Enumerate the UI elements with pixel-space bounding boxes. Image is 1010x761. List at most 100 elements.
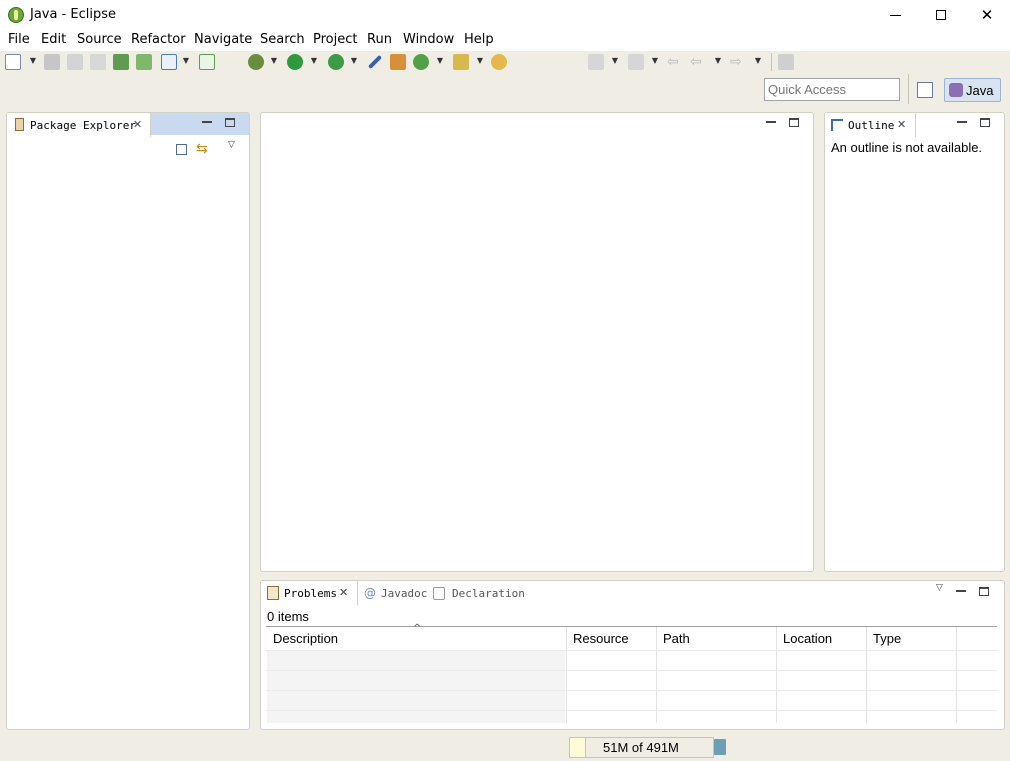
editor-maximize-icon[interactable] — [789, 118, 799, 127]
previous-annotation-icon[interactable] — [628, 54, 644, 70]
external-tools-dropdown-icon[interactable]: ▼ — [349, 55, 359, 67]
table-row — [266, 670, 997, 671]
open-perspective-icon[interactable] — [917, 82, 933, 98]
column-type[interactable]: Type — [873, 631, 901, 646]
table-row — [266, 710, 997, 711]
menu-help[interactable]: Help — [464, 32, 494, 47]
package-explorer-panel — [6, 112, 250, 730]
close-button[interactable]: ✕ — [964, 0, 1010, 30]
heap-status[interactable]: 51M of 491M — [569, 737, 714, 758]
open-task-icon[interactable] — [453, 54, 469, 70]
last-edit-location-icon[interactable]: ⇦ — [667, 54, 683, 70]
menu-window[interactable]: Window — [403, 32, 454, 47]
table-row — [266, 690, 997, 691]
tab-package-explorer[interactable]: Package Explorer ✕ — [7, 113, 151, 137]
column-resource[interactable]: Resource — [573, 631, 629, 646]
menu-navigate[interactable]: Navigate — [194, 32, 252, 47]
quick-access-input[interactable] — [764, 78, 900, 101]
column-separator — [566, 627, 567, 723]
tab-declaration[interactable]: Declaration — [432, 586, 527, 604]
problems-minimize-icon[interactable] — [956, 590, 966, 592]
editor-area[interactable] — [260, 112, 814, 572]
menu-file[interactable]: File — [8, 32, 30, 47]
tab-javadoc[interactable]: @ Javadoc — [362, 586, 432, 604]
new-android-project-icon[interactable] — [199, 54, 215, 70]
forward-dropdown-icon[interactable]: ▼ — [753, 55, 763, 67]
menu-refactor[interactable]: Refactor — [131, 32, 186, 47]
problems-view-menu-icon[interactable]: ▽ — [936, 583, 943, 593]
outline-maximize-icon[interactable] — [980, 118, 990, 127]
debug-icon[interactable] — [248, 54, 264, 70]
package-explorer-tab-label: Package Explorer — [30, 119, 136, 132]
outline-message: An outline is not available. — [831, 140, 983, 155]
minimize-button[interactable] — [872, 0, 918, 30]
column-path[interactable]: Path — [663, 631, 690, 646]
column-description[interactable]: Description — [273, 631, 338, 646]
next-annotation-icon[interactable] — [588, 54, 604, 70]
menu-project[interactable]: Project — [313, 32, 357, 47]
perspective-separator — [908, 74, 909, 104]
javadoc-icon: @ — [364, 586, 376, 600]
close-problems-tab-icon[interactable]: ✕ — [339, 586, 348, 599]
next-annotation-dropdown-icon[interactable]: ▼ — [610, 55, 620, 67]
menu-source[interactable]: Source — [77, 32, 122, 47]
maximize-icon — [936, 10, 946, 20]
print-icon[interactable] — [90, 54, 106, 70]
view-menu-icon[interactable]: ▽ — [228, 140, 235, 150]
heap-memory-label: 51M of 491M — [603, 740, 679, 755]
debug-dropdown-icon[interactable]: ▼ — [269, 55, 279, 67]
android-avd-icon[interactable] — [136, 54, 152, 70]
column-separator — [956, 627, 957, 723]
save-all-icon[interactable] — [67, 54, 83, 70]
collapse-all-icon[interactable] — [176, 144, 187, 155]
pin-editor-icon[interactable] — [778, 54, 794, 70]
new-class-dropdown-icon[interactable]: ▼ — [435, 55, 445, 67]
back-dropdown-icon[interactable]: ▼ — [713, 55, 723, 67]
tab-problems[interactable]: Problems ✕ — [261, 581, 358, 605]
package-explorer-icon — [15, 118, 24, 131]
maximize-panel-icon[interactable] — [225, 118, 235, 127]
menu-edit[interactable]: Edit — [41, 32, 66, 47]
run-icon[interactable] — [287, 54, 303, 70]
close-tab-icon[interactable]: ✕ — [133, 118, 142, 131]
run-dropdown-icon[interactable]: ▼ — [309, 55, 319, 67]
external-tools-icon[interactable] — [328, 54, 344, 70]
tab-outline[interactable]: Outline ✕ — [825, 113, 916, 137]
forward-icon[interactable]: ⇨ — [730, 54, 746, 70]
new-icon[interactable] — [5, 54, 21, 70]
new-java-package-icon[interactable] — [390, 54, 406, 70]
close-outline-tab-icon[interactable]: ✕ — [897, 118, 906, 131]
toolbar-separator — [771, 53, 772, 71]
new-java-class-icon[interactable] — [413, 54, 429, 70]
declaration-icon — [433, 587, 445, 600]
previous-annotation-dropdown-icon[interactable]: ▼ — [650, 55, 660, 67]
maximize-button[interactable] — [918, 0, 964, 30]
column-separator — [866, 627, 867, 723]
android-sdk-icon[interactable] — [113, 54, 129, 70]
javadoc-tab-label: Javadoc — [381, 587, 428, 600]
minimize-icon — [889, 14, 901, 16]
outline-minimize-icon[interactable] — [957, 121, 967, 123]
window-title: Java - Eclipse — [30, 7, 117, 22]
save-icon[interactable] — [44, 54, 60, 70]
link-with-editor-icon[interactable]: ⇆ — [196, 141, 208, 157]
items-count: 0 items — [267, 609, 309, 624]
back-icon[interactable]: ⇦ — [690, 54, 706, 70]
menu-run[interactable]: Run — [367, 32, 392, 47]
task-dropdown-icon[interactable]: ▼ — [475, 55, 485, 67]
java-perspective-label: Java — [966, 83, 994, 98]
problems-maximize-icon[interactable] — [979, 587, 989, 596]
sort-ascending-icon: ^ — [413, 623, 422, 634]
outline-panel — [824, 112, 1005, 572]
editor-minimize-icon[interactable] — [766, 121, 776, 123]
open-type-icon[interactable] — [491, 54, 507, 70]
java-perspective-button[interactable]: Java — [944, 78, 1001, 102]
new-dropdown-icon[interactable]: ▼ — [28, 55, 38, 67]
minimize-panel-icon[interactable] — [202, 121, 212, 123]
garbage-collect-icon[interactable] — [714, 739, 726, 755]
menu-search[interactable]: Search — [260, 32, 305, 47]
outline-icon — [831, 119, 843, 131]
lint-dropdown-icon[interactable]: ▼ — [181, 55, 191, 67]
column-location[interactable]: Location — [783, 631, 832, 646]
lint-check-icon[interactable] — [161, 54, 177, 70]
